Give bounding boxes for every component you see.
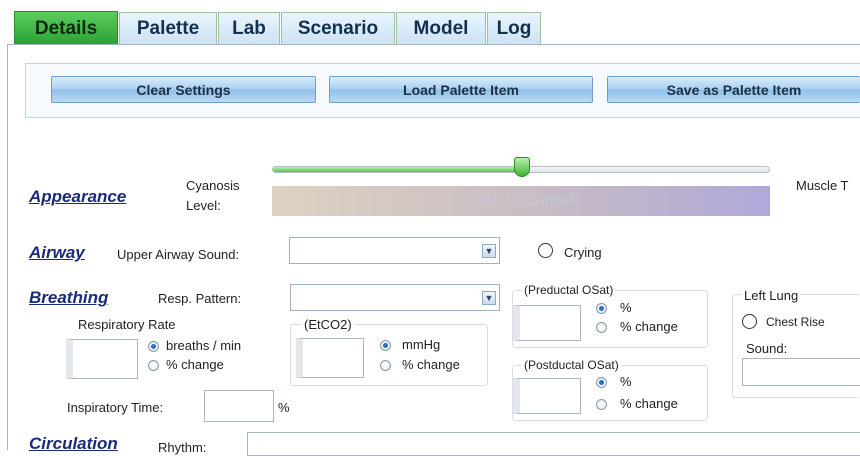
resp-rate-input[interactable] bbox=[66, 339, 138, 379]
lung-sound-label: Sound: bbox=[746, 341, 788, 356]
etco2-label: (EtCO2) bbox=[302, 317, 354, 332]
preductal-change-radio[interactable] bbox=[596, 322, 607, 333]
mmhg-radio[interactable] bbox=[380, 340, 391, 351]
appearance-heading: Appearance bbox=[29, 187, 127, 206]
cyanosis-label-line1: Cyanosis bbox=[186, 178, 240, 193]
resp-rate-change-radio[interactable] bbox=[148, 360, 159, 371]
click-to-cancel-label: Click to Cancel bbox=[467, 192, 575, 209]
muscle-tone-label: Muscle T bbox=[796, 178, 849, 193]
chevron-down-icon[interactable]: ▼ bbox=[482, 291, 496, 305]
resp-pattern-label: Resp. Pattern: bbox=[158, 291, 242, 306]
postductal-pct-label: % bbox=[620, 374, 632, 389]
tab-palette[interactable]: Palette bbox=[119, 12, 217, 44]
preductal-osat-label: (Preductal OSat) bbox=[522, 283, 616, 297]
postductal-change-radio[interactable] bbox=[596, 399, 607, 410]
rhythm-label: Rhythm: bbox=[158, 440, 207, 455]
chest-rise-radio[interactable] bbox=[742, 314, 757, 329]
click-to-cancel-bar[interactable]: Click to Cancel bbox=[272, 186, 770, 216]
resp-rate-change-label: % change bbox=[166, 357, 224, 372]
crying-label: Crying bbox=[564, 245, 602, 260]
circulation-heading: Circulation bbox=[29, 434, 118, 453]
cyanosis-label-line2: Level: bbox=[186, 198, 221, 213]
etco2-change-label: % change bbox=[402, 357, 460, 372]
preductal-osat-input[interactable] bbox=[513, 305, 581, 341]
tab-lab[interactable]: Lab bbox=[218, 12, 280, 44]
preductal-pct-radio[interactable] bbox=[596, 303, 607, 314]
save-as-palette-item-button[interactable]: Save as Palette Item bbox=[607, 76, 860, 103]
postductal-osat-input[interactable] bbox=[513, 378, 581, 414]
inspiratory-time-input[interactable] bbox=[204, 390, 274, 422]
load-palette-item-button[interactable]: Load Palette Item bbox=[329, 76, 593, 103]
crying-radio[interactable] bbox=[538, 243, 553, 258]
clear-settings-button[interactable]: Clear Settings bbox=[51, 76, 316, 103]
upper-airway-sound-label: Upper Airway Sound: bbox=[117, 247, 240, 262]
upper-airway-sound-select[interactable]: ▼ bbox=[289, 237, 500, 264]
tab-model[interactable]: Model bbox=[396, 12, 486, 44]
tab-log[interactable]: Log bbox=[487, 12, 541, 44]
postductal-change-label: % change bbox=[620, 396, 678, 411]
resp-pattern-select[interactable]: ▼ bbox=[290, 284, 500, 311]
etco2-change-radio[interactable] bbox=[380, 360, 391, 371]
breaths-per-min-label: breaths / min bbox=[166, 338, 242, 353]
preductal-pct-label: % bbox=[620, 300, 632, 315]
left-lung-label: Left Lung bbox=[742, 288, 801, 303]
etco2-input[interactable] bbox=[296, 338, 364, 378]
cyanosis-slider-handle[interactable] bbox=[514, 157, 530, 177]
lung-sound-input[interactable] bbox=[742, 358, 860, 386]
tab-scenario[interactable]: Scenario bbox=[281, 12, 395, 44]
chevron-down-icon[interactable]: ▼ bbox=[482, 244, 496, 258]
mmhg-label: mmHg bbox=[402, 337, 441, 352]
breaths-per-min-radio[interactable] bbox=[148, 341, 159, 352]
airway-heading: Airway bbox=[29, 243, 85, 262]
postductal-osat-label: (Postductal OSat) bbox=[522, 358, 621, 372]
rhythm-input[interactable] bbox=[247, 432, 860, 456]
tab-bar: Details Palette Lab Scenario Model Log bbox=[0, 0, 860, 45]
breathing-heading: Breathing bbox=[29, 288, 109, 307]
cyanosis-slider-fill bbox=[273, 167, 521, 172]
resp-rate-label: Respiratory Rate bbox=[78, 317, 176, 332]
postductal-pct-radio[interactable] bbox=[596, 377, 607, 388]
inspiratory-time-unit: % bbox=[278, 400, 290, 415]
inspiratory-time-label: Inspiratory Time: bbox=[67, 400, 164, 415]
tab-details[interactable]: Details bbox=[14, 11, 118, 45]
preductal-change-label: % change bbox=[620, 319, 678, 334]
chest-rise-label: Chest Rise bbox=[766, 315, 825, 329]
